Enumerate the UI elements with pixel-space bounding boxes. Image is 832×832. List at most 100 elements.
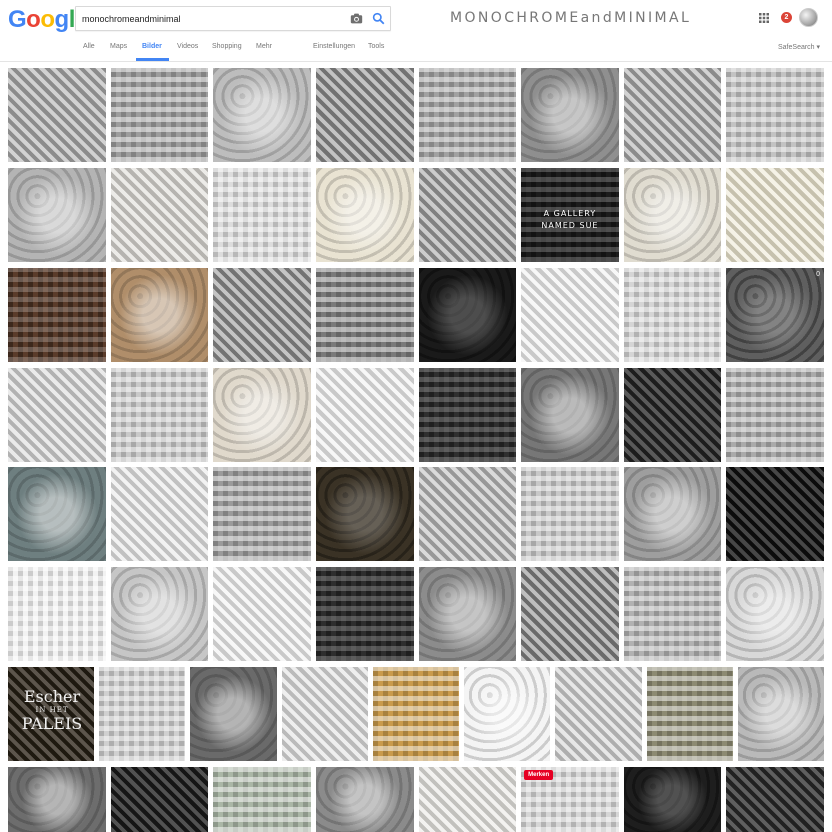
image-thumbnail [726, 767, 824, 832]
image-result[interactable] [623, 567, 722, 661]
image-result[interactable] [646, 667, 733, 761]
image-thumbnail [315, 567, 414, 661]
tab-shopping[interactable]: Shopping [212, 43, 242, 50]
tab-more[interactable]: Mehr [256, 43, 272, 50]
image-result[interactable] [372, 667, 460, 761]
image-result[interactable] [315, 68, 414, 162]
image-thumbnail [213, 767, 311, 832]
image-result[interactable] [315, 467, 414, 561]
image-result[interactable] [623, 767, 722, 832]
tab-settings[interactable]: Einstellungen [313, 43, 355, 50]
image-result[interactable] [726, 767, 824, 832]
image-result[interactable] [8, 268, 106, 362]
image-result[interactable] [521, 467, 619, 561]
tab-images[interactable]: Bilder [142, 43, 162, 50]
image-result[interactable]: A GALLERY NAMED SUE [521, 168, 619, 262]
image-result[interactable] [521, 368, 619, 462]
image-result[interactable] [726, 567, 824, 661]
image-result[interactable] [110, 368, 209, 462]
search-input[interactable] [82, 11, 342, 27]
image-result[interactable] [315, 767, 414, 832]
image-result[interactable] [315, 268, 414, 362]
image-result[interactable] [418, 567, 517, 661]
image-result[interactable] [418, 268, 517, 362]
image-thumbnail [464, 667, 551, 761]
image-thumbnail [8, 268, 106, 362]
image-result[interactable] [190, 667, 277, 761]
image-result[interactable] [213, 567, 311, 661]
tab-videos[interactable]: Videos [177, 43, 198, 50]
image-result[interactable] [213, 68, 311, 162]
image-result[interactable] [521, 68, 619, 162]
image-result[interactable] [726, 68, 824, 162]
notification-badge[interactable]: 2 [781, 12, 792, 23]
image-result[interactable]: Escher IN HET PALEIS [8, 667, 95, 761]
image-result[interactable] [555, 667, 642, 761]
apps-grid-icon[interactable] [759, 13, 769, 23]
escher-subtitle: IN HET [35, 706, 69, 714]
image-result[interactable] [8, 767, 106, 832]
image-result[interactable] [8, 68, 106, 162]
image-result[interactable] [8, 467, 106, 561]
image-result[interactable] [281, 667, 368, 761]
image-result[interactable] [623, 268, 722, 362]
image-result[interactable] [8, 567, 106, 661]
image-result[interactable] [315, 567, 414, 661]
image-thumbnail [8, 467, 106, 561]
image-result[interactable] [418, 368, 517, 462]
image-result[interactable] [213, 168, 311, 262]
image-thumbnail [110, 268, 209, 362]
safesearch-toggle[interactable]: SafeSearch ▾ [778, 43, 820, 51]
image-thumbnail [110, 767, 209, 832]
image-result[interactable] [726, 467, 824, 561]
avatar[interactable] [799, 8, 818, 27]
tab-maps[interactable]: Maps [110, 43, 127, 50]
image-result[interactable] [8, 168, 106, 262]
image-result[interactable] [418, 467, 517, 561]
image-thumbnail [646, 667, 733, 761]
image-result[interactable] [213, 268, 311, 362]
image-result[interactable] [110, 68, 209, 162]
image-thumbnail [726, 68, 824, 162]
image-result[interactable] [213, 368, 311, 462]
image-result[interactable] [213, 767, 311, 832]
image-result[interactable] [315, 368, 414, 462]
image-thumbnail [726, 368, 824, 462]
image-result[interactable] [8, 368, 106, 462]
image-result[interactable] [213, 467, 311, 561]
image-result[interactable] [623, 168, 722, 262]
image-result[interactable] [110, 467, 209, 561]
tab-tools[interactable]: Tools [368, 43, 384, 50]
tab-all[interactable]: Alle [83, 43, 95, 50]
gallery-sign-text: A GALLERY NAMED SUE [541, 209, 599, 230]
image-result[interactable] [623, 368, 722, 462]
image-result[interactable] [110, 567, 209, 661]
image-result[interactable] [110, 268, 209, 362]
image-result[interactable] [110, 767, 209, 832]
image-result[interactable] [521, 268, 619, 362]
search-icon[interactable] [372, 12, 385, 25]
image-thumbnail [213, 567, 311, 661]
image-result[interactable] [737, 667, 824, 761]
merken-button[interactable]: Merken [524, 770, 554, 780]
image-thumbnail [726, 567, 824, 661]
image-result[interactable] [521, 567, 619, 661]
image-result[interactable] [110, 168, 209, 262]
image-result[interactable] [99, 667, 186, 761]
image-result[interactable] [315, 168, 414, 262]
escher-title: Escher [23, 687, 81, 706]
image-result[interactable] [623, 68, 722, 162]
image-thumbnail [737, 667, 824, 761]
camera-icon[interactable] [350, 12, 363, 25]
image-result[interactable] [726, 368, 824, 462]
image-result[interactable]: Merken [521, 767, 619, 832]
image-result[interactable] [464, 667, 551, 761]
image-result[interactable] [623, 467, 722, 561]
image-result[interactable] [726, 168, 824, 262]
image-thumbnail [418, 767, 517, 832]
image-thumbnail [213, 467, 311, 561]
image-result[interactable] [418, 68, 517, 162]
image-result[interactable] [418, 767, 517, 832]
image-result[interactable]: 0 [726, 268, 824, 362]
image-result[interactable] [418, 168, 517, 262]
